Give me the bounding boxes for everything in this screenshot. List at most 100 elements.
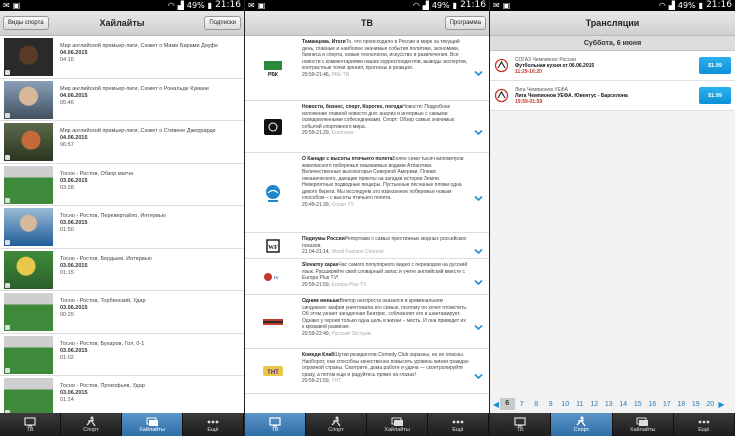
tab-highlights[interactable]: Хайлайты xyxy=(122,413,183,436)
tab-bar: ТВ Спорт Хайлайты Ещё xyxy=(0,413,244,436)
highlight-item[interactable]: Тосно - Ростов, Торбинский, Удар 03.06.20… xyxy=(0,291,244,334)
prev-arrow-icon[interactable]: ◀ xyxy=(492,400,500,409)
highlight-item[interactable]: Тосно - Ростов, Перевертайло, Интервью 03… xyxy=(0,206,244,249)
tv-icon xyxy=(268,416,282,427)
tab-more[interactable]: Ещё xyxy=(428,413,489,436)
highlight-date: 03.06.2015 xyxy=(60,220,88,226)
chevron-down-icon[interactable] xyxy=(474,367,483,385)
highlight-item[interactable]: Тосно - Ростов, Прокофьев, Удар 03.06.201… xyxy=(0,376,244,413)
video-thumbnail xyxy=(4,335,53,374)
chevron-down-icon[interactable] xyxy=(474,273,483,291)
pager-day[interactable]: 8 xyxy=(529,401,544,408)
tv-channel-item[interactable]: РБК Таманцева. ИтогиТо, что происходило в… xyxy=(245,36,489,101)
battery-icon: ▮ xyxy=(452,1,458,10)
pager-day[interactable]: 13 xyxy=(602,401,617,408)
chevron-down-icon[interactable] xyxy=(474,189,483,207)
chevron-down-icon[interactable] xyxy=(474,123,483,141)
pager-day[interactable]: 11 xyxy=(573,401,588,408)
pager-day[interactable]: 6 xyxy=(500,398,515,410)
bbm-icon: ▣ xyxy=(257,1,266,10)
highlight-date: 04.06.2015 xyxy=(60,50,88,56)
highlights-list: Мир английской премьер-лиги, Сюжет о Мам… xyxy=(0,36,244,413)
tv-channel-item[interactable]: Одним меньшеВиктор неспроста оказался в … xyxy=(245,295,489,349)
tv-icon xyxy=(513,416,527,427)
pager-day[interactable]: 18 xyxy=(674,401,689,408)
highlight-duration: 06:57 xyxy=(60,142,74,148)
runner-icon xyxy=(574,416,588,427)
tab-label: Ещё xyxy=(698,427,710,433)
subscriptions-button[interactable]: Подписки xyxy=(204,16,241,30)
pager-day[interactable]: 12 xyxy=(587,401,602,408)
pager-day[interactable]: 9 xyxy=(544,401,559,408)
video-thumbnail xyxy=(4,378,53,413)
highlight-item[interactable]: Тосно - Ростов, Бухаров, Гол, 0-1 03.06.2… xyxy=(0,334,244,376)
svg-text:WF: WF xyxy=(268,245,278,251)
tv-channel-item[interactable]: Новости, бизнес, спорт, Коротко, погодаН… xyxy=(245,101,489,153)
battery-percent: 49% xyxy=(186,1,205,10)
video-thumbnail xyxy=(4,250,53,289)
tab-more[interactable]: Ещё xyxy=(674,413,735,436)
highlight-item[interactable]: Мир английской премьер-лиги, Сюжет о Рон… xyxy=(0,79,244,121)
broadcast-time: 11:29-16:20 xyxy=(515,68,542,75)
highlight-text: Тосно - Ростов, Бердыев, Интервью 03.06.2… xyxy=(53,251,152,289)
tv-channel-item[interactable]: ТНТ Комеди КлабШутки резидентов Comedy Cl… xyxy=(245,349,489,394)
program-time: 20:59-22:49, xyxy=(302,330,331,337)
tab-highlights[interactable]: Хайлайты xyxy=(613,413,674,436)
highlight-text: Мир английской премьер-лиги, Сюжет о Мам… xyxy=(53,38,218,76)
program-time: 20:59-21:59, xyxy=(302,378,331,384)
tab-tv[interactable]: ТВ xyxy=(0,413,61,436)
highlight-text: Мир английской премьер-лиги, Сюжет о Рон… xyxy=(53,81,209,119)
program-title: Таманцева. Итоги xyxy=(302,39,346,45)
tab-sport[interactable]: Спорт xyxy=(61,413,122,436)
pager-day[interactable]: 10 xyxy=(558,401,573,408)
tab-sport[interactable]: Спорт xyxy=(551,413,613,436)
tv-channel-item[interactable]: TV Slovarny zapasЧас самого популярного в… xyxy=(245,259,489,295)
highlight-item[interactable]: Мир английской премьер-лиги, Сюжет о Сти… xyxy=(0,121,244,164)
highlight-item[interactable]: Тосно - Ростов, Бердыев, Интервью 03.06.2… xyxy=(0,249,244,291)
highlight-item[interactable]: Тосно - Ростов, Обзор матча 03.06.2015 03:… xyxy=(0,164,244,206)
tv-channel-item[interactable]: О Канаде с высоты птичьего полетаБолее с… xyxy=(245,153,489,233)
broadcast-item[interactable]: Лига Чемпионов УЕФА Лига Чемпионов УЕФА. … xyxy=(490,81,735,111)
schedule-button[interactable]: Программа xyxy=(444,16,486,30)
bbm-icon: ▣ xyxy=(12,1,21,10)
channel-logo: ТНТ xyxy=(245,349,300,393)
league-logo-icon xyxy=(494,88,509,103)
tab-more[interactable]: Ещё xyxy=(183,413,244,436)
tv-channel-item[interactable]: WF Подиумы РоссииРепортажи с самых прести… xyxy=(245,233,489,259)
more-icon xyxy=(697,416,711,427)
pager-day[interactable]: 15 xyxy=(631,401,646,408)
status-time: 21:16 xyxy=(215,0,241,10)
tab-tv[interactable]: ТВ xyxy=(490,413,552,436)
chevron-down-icon[interactable] xyxy=(474,242,483,260)
more-icon xyxy=(206,416,220,427)
highlight-item[interactable]: Мир английской премьер-лиги, Сюжет о Мам… xyxy=(0,36,244,79)
channel-logo xyxy=(245,295,300,348)
runner-icon xyxy=(329,416,343,427)
broadcast-item[interactable]: СОГАЗ Чемпионат России Футбольная кухня о… xyxy=(490,51,735,81)
chevron-down-icon[interactable] xyxy=(474,318,483,336)
pager-day[interactable]: 16 xyxy=(645,401,660,408)
highlight-date: 04.06.2015 xyxy=(60,135,88,141)
pager-day[interactable]: 19 xyxy=(689,401,704,408)
chevron-down-icon[interactable] xyxy=(474,64,483,82)
highlight-text: Тосно - Ростов, Прокофьев, Удар 03.06.201… xyxy=(53,378,145,413)
pager-day[interactable]: 14 xyxy=(616,401,631,408)
program-text: Одним меньшеВиктор неспроста оказался в … xyxy=(300,295,489,348)
pager-day[interactable]: 7 xyxy=(515,401,530,408)
buy-button[interactable]: $1.99 xyxy=(699,57,731,74)
next-arrow-icon[interactable]: ▶ xyxy=(718,400,726,409)
date-header: Суббота, 6 июня xyxy=(490,36,735,51)
program-time: 21:04-21:14, xyxy=(302,249,331,255)
sport-types-button[interactable]: Виды спорта xyxy=(3,16,49,30)
pager-day[interactable]: 17 xyxy=(660,401,675,408)
buy-button[interactable]: $1.99 xyxy=(699,87,731,104)
program-text: Таманцева. ИтогиТо, что происходило в Ро… xyxy=(300,36,489,100)
tab-highlights[interactable]: Хайлайты xyxy=(367,413,428,436)
tab-sport[interactable]: Спорт xyxy=(306,413,367,436)
video-thumbnail xyxy=(4,293,53,331)
pager-day[interactable]: 20 xyxy=(703,401,718,408)
tab-tv[interactable]: ТВ xyxy=(245,413,306,436)
signal-icon: ▟ xyxy=(177,1,184,10)
bbm-icon: ▣ xyxy=(502,1,511,10)
tab-label: Спорт xyxy=(573,427,590,433)
